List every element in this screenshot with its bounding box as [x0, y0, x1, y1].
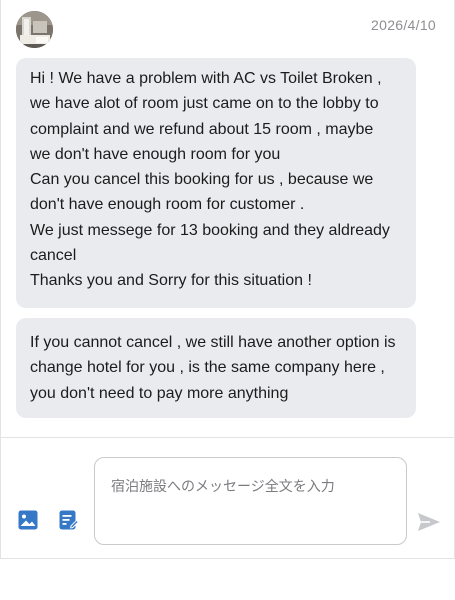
- message-line: change hotel for you , is the same compa…: [30, 359, 385, 377]
- message-line: you don't need to pay more anything: [30, 384, 289, 402]
- message-line: don't have enough room for customer .: [30, 196, 305, 214]
- message-line: Hi ! We have a problem with AC vs Toilet…: [30, 70, 382, 87]
- template-message-button[interactable]: [58, 509, 80, 531]
- message-composer: [1, 437, 454, 559]
- image-icon: [18, 510, 38, 530]
- message-bubble: Hi ! We have a problem with AC vs Toilet…: [16, 58, 416, 308]
- message-bubble: If you cannot cancel , we still have ano…: [16, 318, 416, 418]
- message-line: we have alot of room just came on to the…: [30, 95, 379, 113]
- attach-image-button[interactable]: [17, 509, 39, 531]
- message-timestamp: 2026/4/10: [371, 17, 436, 33]
- message-line: We just messege for 13 booking and they …: [30, 221, 390, 239]
- hotel-room-photo-icon: [16, 11, 53, 48]
- message-line: Can you cancel this booking for us , bec…: [30, 171, 374, 189]
- message-line: we don't have enough room for you: [30, 145, 281, 163]
- send-icon: [418, 513, 440, 531]
- message-line: complaint and we refund about 15 room , …: [30, 120, 374, 138]
- message-line: cancel: [30, 247, 77, 265]
- message-line: If you cannot cancel , we still have ano…: [30, 334, 396, 351]
- sender-avatar: [16, 11, 53, 48]
- send-button[interactable]: [416, 510, 442, 534]
- edit-note-icon: [59, 510, 79, 530]
- message-input[interactable]: [94, 457, 407, 545]
- chat-panel: 2026/4/10 Hi ! We have a problem with AC…: [0, 0, 455, 559]
- message-line: Thanks you and Sorry for this situation …: [30, 272, 312, 290]
